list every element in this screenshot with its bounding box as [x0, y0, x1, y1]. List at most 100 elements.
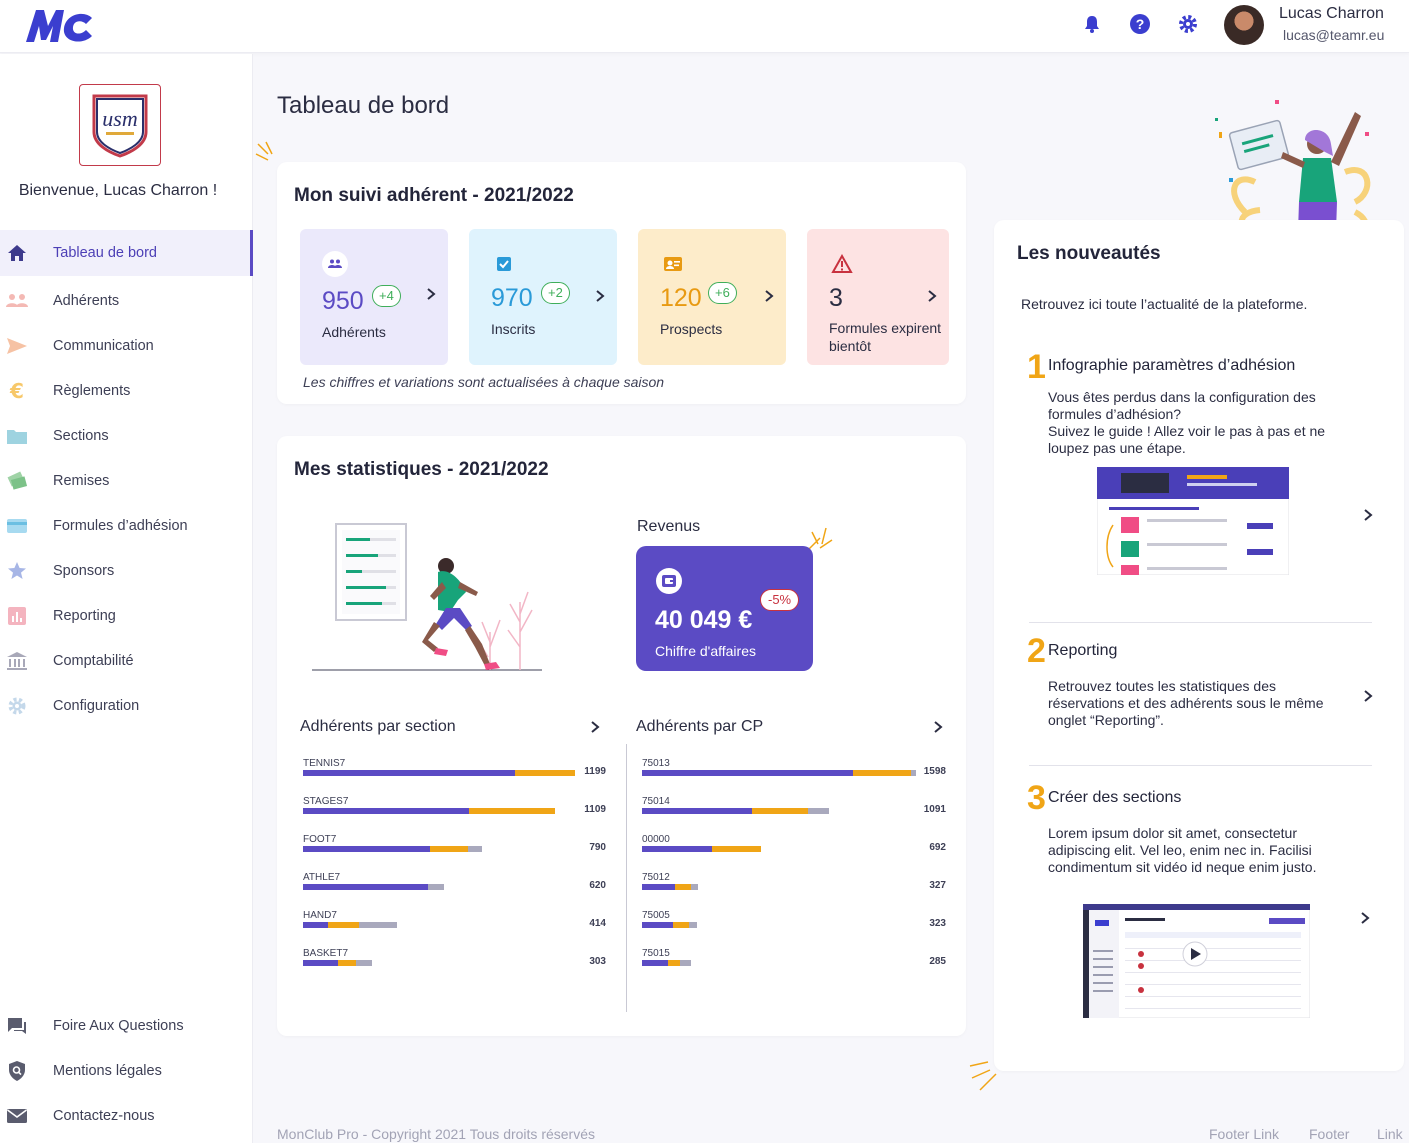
chevron-right-icon[interactable] — [593, 289, 607, 303]
bar-segment — [359, 922, 397, 928]
sidebar-item-mentions[interactable]: Mentions légales — [0, 1048, 253, 1094]
bar-segment — [688, 922, 698, 928]
suivi-title: Mon suivi adhérent - 2021/2022 — [294, 185, 574, 206]
bar-segment — [467, 846, 483, 852]
user-name: Lucas Charron — [1279, 5, 1384, 22]
chevron-right-icon[interactable] — [1361, 508, 1375, 522]
sidebar-item-contact[interactable]: Contactez-nous — [0, 1093, 253, 1139]
bar-label: ATHLE7 — [303, 872, 341, 883]
chevron-right-icon[interactable] — [762, 289, 776, 303]
kpi-prospects[interactable]: 120 +6 Prospects — [638, 229, 786, 365]
bar[interactable] — [303, 960, 372, 966]
help-icon[interactable]: ? — [1128, 12, 1152, 36]
kpi-inscrits[interactable]: 970 +2 Inscrits — [469, 229, 617, 365]
footer-link[interactable]: Link — [1377, 1126, 1403, 1142]
footer-link[interactable]: Footer — [1309, 1126, 1349, 1142]
gear-icon[interactable] — [1176, 12, 1200, 36]
bar[interactable] — [303, 808, 555, 814]
bar-segment — [469, 808, 555, 814]
bar[interactable] — [642, 808, 830, 814]
sidebar-item-formules[interactable]: Formules d’adhésion — [0, 503, 253, 549]
infographic-thumbnail[interactable] — [1097, 467, 1289, 575]
chart-title-sections: Adhérents par section — [300, 718, 456, 735]
kpi-adherents[interactable]: 950 +4 Adhérents — [300, 229, 448, 365]
sidebar-item-label: Comptabilité — [53, 653, 134, 669]
avatar[interactable] — [1224, 5, 1264, 45]
sidebar-item-label: Sponsors — [53, 563, 115, 579]
euro-icon: € — [6, 380, 28, 402]
bar[interactable] — [642, 770, 916, 776]
bar-value: 303 — [589, 956, 606, 967]
bar[interactable] — [642, 846, 761, 852]
bar-segment — [808, 808, 830, 814]
chevron-right-icon[interactable] — [1358, 911, 1372, 925]
chevron-right-icon[interactable] — [1361, 689, 1375, 703]
sidebar-item-label: Sections — [53, 428, 109, 444]
news-title: Les nouveautés — [1017, 243, 1161, 264]
kpi-value: 3 — [829, 284, 843, 312]
bar-segment — [428, 884, 444, 890]
bar[interactable] — [642, 884, 699, 890]
contact-card-icon — [660, 251, 686, 277]
bar-value: 620 — [589, 880, 606, 891]
bar[interactable] — [642, 922, 698, 928]
sidebar-item-label: Formules d’adhésion — [53, 518, 188, 534]
sidebar-item-label: Remises — [53, 473, 110, 489]
welcome-text: Bienvenue, Lucas Charron ! — [18, 182, 218, 199]
star-icon — [6, 560, 28, 582]
news-item-body: Vous êtes perdus dans la configuration d… — [1048, 389, 1326, 456]
users-icon — [322, 251, 348, 277]
sidebar-item-sections[interactable]: Sections — [0, 413, 253, 459]
sidebar-item-label: Communication — [53, 338, 154, 354]
sidebar-item-tableau-de-bord[interactable]: Tableau de bord — [0, 230, 253, 276]
news-item-title[interactable]: Créer des sections — [1048, 789, 1181, 807]
sidebar-item-communication[interactable]: Communication — [0, 323, 253, 369]
kpi-formules-expirent[interactable]: 3 Formules expirent bientôt — [807, 229, 949, 365]
kpi-label: Adhérents — [322, 324, 386, 340]
bar-segment — [642, 960, 668, 966]
checkbox-icon — [491, 251, 517, 277]
home-icon — [6, 242, 28, 264]
sidebar-item-faq[interactable]: Foire Aux Questions — [0, 1003, 253, 1049]
sidebar-item-reporting[interactable]: Reporting — [0, 593, 253, 639]
sidebar-item-sponsors[interactable]: Sponsors — [0, 548, 253, 594]
bar-segment — [679, 960, 691, 966]
bar[interactable] — [303, 922, 397, 928]
page-title: Tableau de bord — [277, 92, 450, 119]
bar-value: 1091 — [923, 804, 946, 815]
chevron-right-icon[interactable] — [424, 287, 438, 301]
club-logo: usm — [79, 84, 161, 166]
footer-link[interactable]: Footer Link — [1209, 1126, 1279, 1142]
chevron-right-icon[interactable] — [588, 720, 602, 734]
sidebar-item-adherents[interactable]: Adhérents — [0, 278, 253, 324]
kpi-delta-badge: +4 — [372, 285, 401, 307]
chart-divider — [626, 744, 627, 1012]
chevron-right-icon[interactable] — [925, 289, 939, 303]
sidebar-item-reglements[interactable]: € Règlements — [0, 368, 253, 414]
bar-value: 1199 — [584, 766, 606, 777]
stats-title: Mes statistiques - 2021/2022 — [294, 459, 549, 480]
kpi-value: 120 — [660, 284, 702, 312]
sidebar-item-comptabilite[interactable]: Comptabilité — [0, 638, 253, 684]
kpi-value: 950 — [322, 287, 364, 315]
bar-segment — [673, 922, 689, 928]
svg-text:€: € — [9, 381, 24, 401]
news-item-title[interactable]: Reporting — [1048, 642, 1117, 660]
chevron-right-icon[interactable] — [931, 720, 945, 734]
sidebar-item-configuration[interactable]: Configuration — [0, 683, 253, 729]
bell-icon[interactable] — [1080, 12, 1104, 36]
sidebar-item-remises[interactable]: Remises — [0, 458, 253, 504]
bar-segment — [691, 884, 699, 890]
wallet-icon — [656, 568, 682, 594]
cog-icon — [6, 695, 28, 717]
news-intro: Retrouvez ici toute l’actualité de la pl… — [1021, 296, 1308, 312]
bar[interactable] — [303, 884, 444, 890]
bar-value: 1598 — [923, 766, 946, 777]
bar[interactable] — [303, 770, 575, 776]
video-thumbnail[interactable] — [1083, 904, 1310, 1018]
bar[interactable] — [642, 960, 691, 966]
news-item-title[interactable]: Infographie paramètres d’adhésion — [1048, 357, 1295, 375]
bar-value: 285 — [929, 956, 946, 967]
bar[interactable] — [303, 846, 483, 852]
app-logo[interactable] — [22, 6, 112, 46]
